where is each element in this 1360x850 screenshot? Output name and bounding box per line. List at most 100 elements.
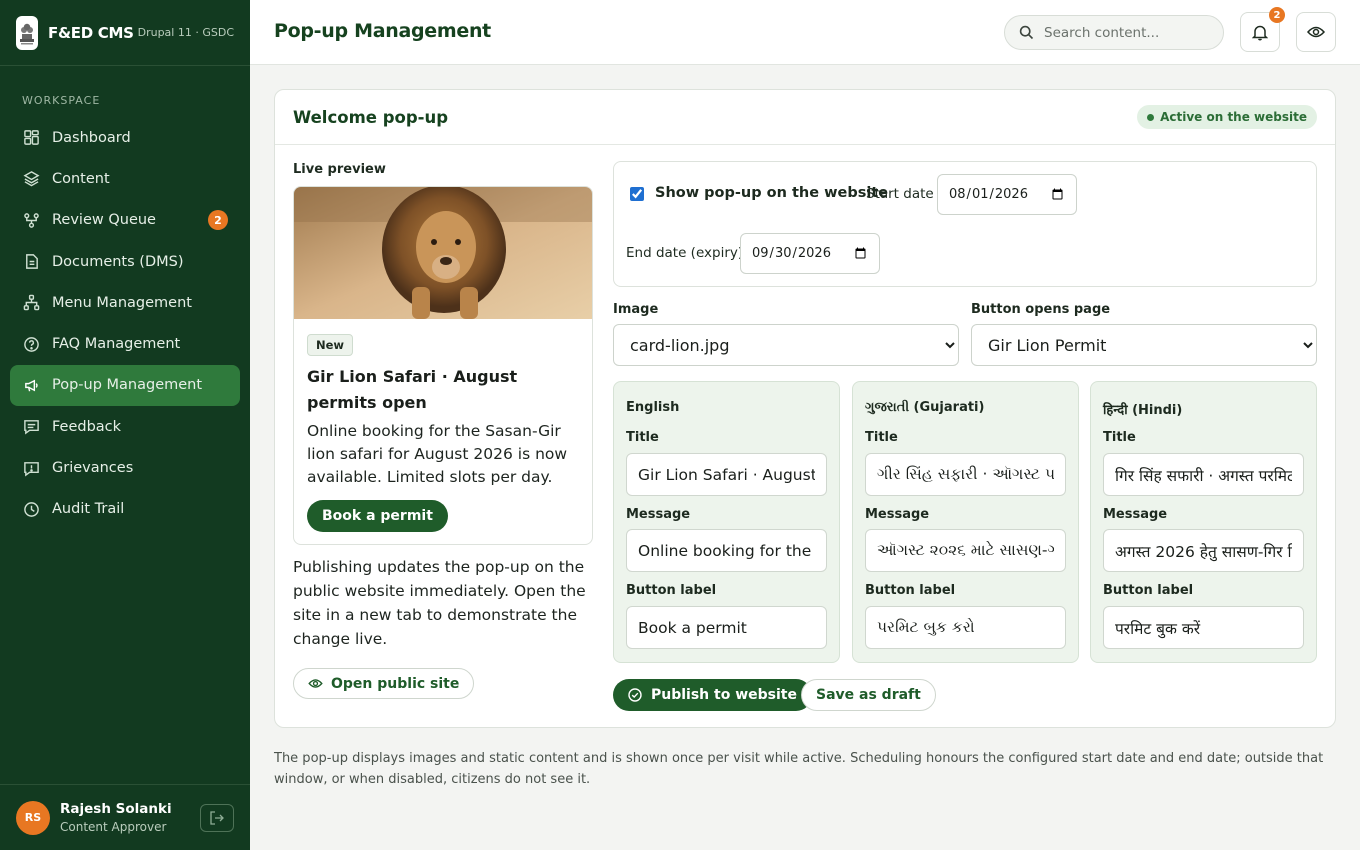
sidebar-item-label: Pop-up Management <box>52 377 203 394</box>
end-date-input[interactable] <box>740 233 880 274</box>
status-dot-icon <box>1147 113 1155 121</box>
button-label-label: Button label <box>865 583 956 598</box>
english-title-field[interactable] <box>626 453 827 496</box>
english-button-label-field[interactable] <box>626 606 827 649</box>
check-circle-icon <box>628 688 642 702</box>
page-title: Pop-up Management <box>274 20 491 42</box>
help-circle-icon <box>24 336 39 352</box>
search-input[interactable] <box>1044 24 1204 41</box>
button-label-label: Button label <box>626 583 717 598</box>
button-page-select[interactable]: Gir Lion Permit <box>971 324 1317 366</box>
gujarati-title-field[interactable] <box>865 453 1066 496</box>
sidebar-item-label: Content <box>52 170 110 187</box>
sidebar-item-label: FAQ Management <box>52 336 181 353</box>
sidebar-item-review-queue[interactable]: Review Queue 2 <box>10 200 240 241</box>
sitemap-icon <box>23 295 40 311</box>
review-count-badge: 2 <box>208 210 228 231</box>
avatar: RS <box>16 800 50 835</box>
publish-button[interactable]: Publish to website <box>613 679 812 711</box>
sidebar-item-content[interactable]: Content <box>10 158 240 199</box>
message-label: Message <box>865 507 930 522</box>
popup-preview: New Gir Lion Safari · August permits ope… <box>293 186 593 545</box>
preview-title: Gir Lion Safari · August permits open <box>307 367 518 412</box>
language-heading: हिन्दी (Hindi) <box>1103 403 1183 418</box>
top-bar: Pop-up Management 2 <box>250 0 1360 65</box>
eye-icon <box>308 679 323 688</box>
sidebar-item-label: Review Queue <box>52 212 156 229</box>
sidebar-item-label: Dashboard <box>52 129 131 146</box>
lion-image <box>294 187 592 319</box>
status-badge: Active on the website <box>1137 105 1317 129</box>
sidebar-item-grievances[interactable]: Grievances <box>10 447 240 488</box>
notifications-button[interactable]: 2 <box>1240 7 1285 52</box>
sidebar: F&ED CMS Drupal 11 · GSDC WORKSPACE Dash… <box>0 0 250 850</box>
brand: F&ED CMS Drupal 11 · GSDC <box>0 0 250 66</box>
hindi-title-field[interactable] <box>1103 453 1304 496</box>
hindi-panel: हिन्दी (Hindi) Title Message Button labe… <box>1090 381 1317 663</box>
alert-message-icon <box>24 461 39 477</box>
live-preview-label: Live preview <box>293 162 386 177</box>
image-select[interactable]: card-lion.jpg <box>613 324 959 366</box>
sidebar-item-label: Audit Trail <box>52 501 125 518</box>
gujarati-button-label-field[interactable] <box>865 606 1066 649</box>
start-date-input[interactable] <box>937 174 1077 215</box>
open-public-site-button[interactable]: Open public site <box>293 668 475 699</box>
preview-cta-button[interactable]: Book a permit <box>307 500 448 532</box>
sidebar-item-feedback[interactable]: Feedback <box>10 406 240 447</box>
layers-icon <box>23 171 40 187</box>
preview-message: Online booking for the Sasan-Gir lion sa… <box>307 422 568 486</box>
gujarati-panel: ગુજરાતી (Gujarati) Title Message Button … <box>852 381 1079 663</box>
document-icon <box>26 254 38 269</box>
search-box[interactable] <box>1004 15 1224 50</box>
user-name: Rajesh Solanki <box>60 801 172 817</box>
sidebar-item-menu-management[interactable]: Menu Management <box>10 282 240 323</box>
clock-icon <box>24 501 39 517</box>
sidebar-item-label: Grievances <box>52 460 134 477</box>
sidebar-item-label: Documents (DMS) <box>52 253 184 270</box>
english-panel: English Title Message Button label <box>613 381 840 663</box>
title-label: Title <box>626 430 659 445</box>
dashboard-icon <box>24 130 39 145</box>
sidebar-item-label: Feedback <box>52 418 122 435</box>
card-header: Welcome pop-up Active on the website <box>275 90 1335 145</box>
megaphone-icon <box>25 379 38 392</box>
search-icon <box>1019 25 1034 40</box>
title-label: Title <box>1103 430 1136 445</box>
show-popup-checkbox[interactable] <box>630 187 644 201</box>
button-page-label: Button opens page <box>971 302 1111 317</box>
start-date-label: Start date <box>866 186 934 202</box>
footer-note: The pop-up displays images and static co… <box>274 751 1324 787</box>
logout-icon <box>210 810 224 825</box>
sidebar-item-documents[interactable]: Documents (DMS) <box>10 241 240 282</box>
save-draft-button[interactable]: Save as draft <box>801 679 936 711</box>
hindi-message-field[interactable] <box>1103 529 1304 572</box>
sidebar-item-label: Menu Management <box>52 294 192 311</box>
message-label: Message <box>1103 507 1168 522</box>
sidebar-item-dashboard[interactable]: Dashboard <box>10 117 240 158</box>
bell-icon <box>1252 25 1268 40</box>
english-message-field[interactable] <box>626 529 827 572</box>
publish-label: Publish to website <box>651 687 797 703</box>
eye-icon <box>1307 26 1325 38</box>
gujarati-message-field[interactable] <box>865 529 1066 572</box>
hindi-button-label-field[interactable] <box>1103 606 1304 649</box>
language-heading: English <box>626 400 680 415</box>
workspace-section-label: WORKSPACE <box>22 94 101 107</box>
card-title: Welcome pop-up <box>293 107 449 127</box>
schedule-panel: Show pop-up on the website Start date En… <box>613 161 1317 287</box>
state-emblem-icon <box>16 15 39 50</box>
message-icon <box>24 420 39 435</box>
logout-button[interactable] <box>200 803 234 832</box>
sidebar-item-faq-management[interactable]: FAQ Management <box>10 323 240 364</box>
publish-note: Publishing updates the pop-up on the pub… <box>293 558 586 648</box>
end-date-label: End date (expiry) <box>626 245 744 261</box>
app-title: F&ED CMS <box>48 23 134 42</box>
preview-site-button[interactable] <box>1296 12 1336 52</box>
user-role: Content Approver <box>60 820 167 834</box>
title-label: Title <box>865 430 898 445</box>
new-tag: New <box>307 334 354 356</box>
open-public-site-label: Open public site <box>331 675 460 692</box>
sidebar-item-audit-trail[interactable]: Audit Trail <box>10 489 240 530</box>
show-popup-label: Show pop-up on the website <box>655 185 889 201</box>
sidebar-item-popup-management[interactable]: Pop-up Management <box>10 364 240 407</box>
